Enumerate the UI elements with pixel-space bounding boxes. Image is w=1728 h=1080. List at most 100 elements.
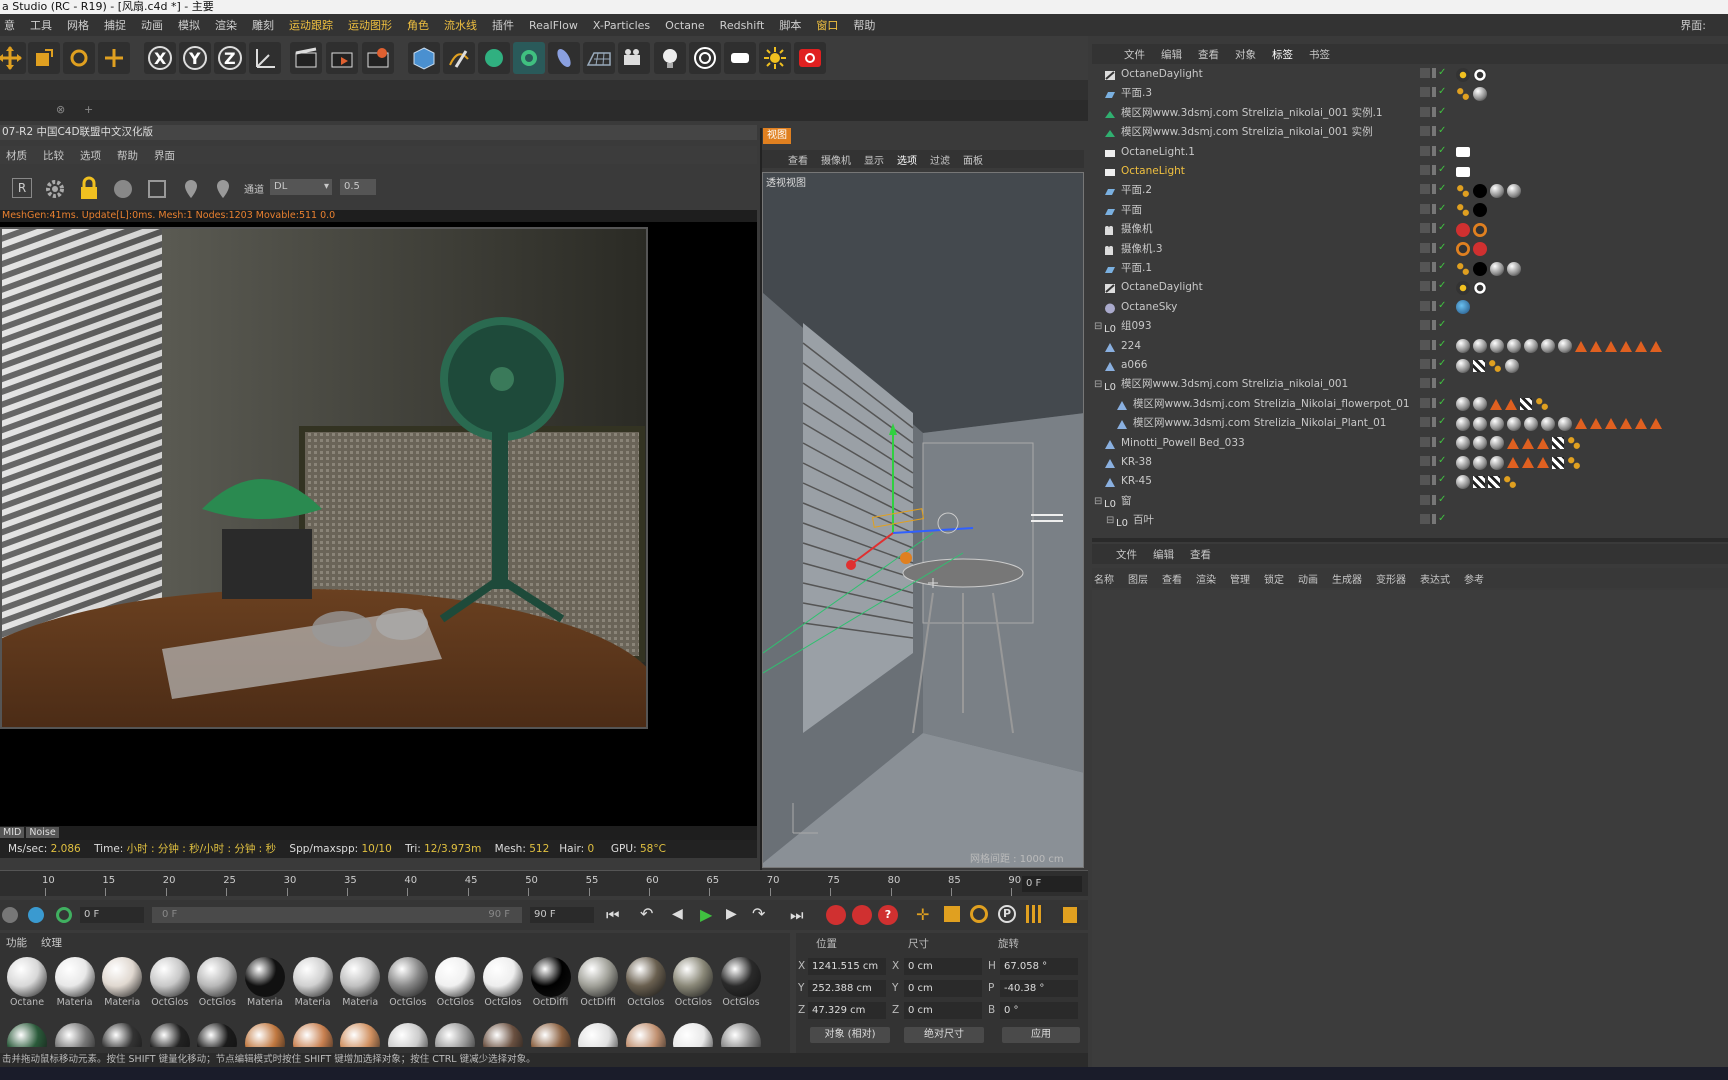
visibility-controls[interactable]: ✓ xyxy=(1420,300,1454,314)
material-swatch[interactable]: OctDiffi xyxy=(528,955,574,1008)
material-tag-icon[interactable] xyxy=(1473,86,1487,101)
phong-tag-icon[interactable] xyxy=(1456,261,1470,276)
channel-select[interactable]: DL ▾ xyxy=(270,179,332,195)
octane-target-icon[interactable] xyxy=(689,42,721,74)
key-parameter-icon[interactable]: P xyxy=(998,905,1016,923)
material-tag-icon[interactable] xyxy=(1473,339,1487,354)
position-y-input[interactable]: 252.388 cm xyxy=(808,980,886,997)
texture-tag-icon[interactable] xyxy=(1520,398,1532,411)
material-swatch[interactable] xyxy=(718,1021,764,1047)
material-swatch[interactable] xyxy=(575,1021,621,1047)
material-tag-icon[interactable] xyxy=(1473,203,1487,218)
expand-toggle-icon[interactable]: ⊟ xyxy=(1094,375,1102,394)
phong-tag-icon[interactable] xyxy=(1535,397,1549,412)
material-tag-icon[interactable] xyxy=(1456,397,1470,412)
live-viewer-menu-item[interactable]: 材质 xyxy=(6,148,27,163)
move-tool-icon[interactable] xyxy=(0,42,26,74)
light-tag-icon[interactable] xyxy=(1456,147,1470,158)
z-axis-lock-icon[interactable]: Z xyxy=(214,42,246,74)
object-row[interactable]: 模区网www.3dsmj.com Strelizia_nikolai_001 实… xyxy=(1092,104,1728,123)
material-tag-icon[interactable] xyxy=(1456,339,1470,354)
preview-range-slider[interactable]: 0 F 90 F xyxy=(152,907,522,923)
attribute-manager-menu-item[interactable]: 文件 xyxy=(1116,547,1137,562)
size-y-input[interactable]: 0 cm xyxy=(904,980,982,997)
material-swatch[interactable]: OctGlos xyxy=(718,955,764,1008)
region-render-icon[interactable] xyxy=(146,178,168,200)
warning-tag-icon[interactable] xyxy=(1507,457,1519,468)
object-row[interactable]: 模区网www.3dsmj.com Strelizia_nikolai_001 实… xyxy=(1092,123,1728,142)
material-menu-item[interactable]: 功能 xyxy=(6,935,27,951)
object-manager-menu-item[interactable]: 对象 xyxy=(1235,47,1256,62)
material-swatch[interactable]: OctGlos xyxy=(432,955,478,1008)
object-row[interactable]: Minotti_Powell Bed_033 ✓ xyxy=(1092,434,1728,453)
pick-material-icon[interactable] xyxy=(212,178,234,200)
attribute-tab[interactable]: 名称 xyxy=(1094,571,1114,586)
live-viewer-menu-item[interactable]: 比较 xyxy=(43,148,64,163)
camera-tag-icon[interactable] xyxy=(1473,242,1487,257)
menu-item[interactable]: 模拟 xyxy=(178,17,200,33)
pick-focus-icon[interactable] xyxy=(180,178,202,200)
settings-gear-icon[interactable] xyxy=(44,178,66,200)
menu-item[interactable]: 雕刻 xyxy=(252,17,274,33)
texture-tag-icon[interactable] xyxy=(1473,359,1485,372)
expand-toggle-icon[interactable]: ⊟ xyxy=(1094,317,1102,336)
object-row[interactable]: 模区网www.3dsmj.com Strelizia_Nikolai_flowe… xyxy=(1092,395,1728,414)
material-swatch[interactable] xyxy=(480,1021,526,1047)
position-x-input[interactable]: 1241.515 cm xyxy=(808,958,886,975)
object-row[interactable]: OctaneLight ✓ xyxy=(1092,162,1728,181)
live-select-icon[interactable] xyxy=(98,42,130,74)
material-swatch[interactable]: OctGlos xyxy=(623,955,669,1008)
material-tag-icon[interactable] xyxy=(1541,416,1555,431)
live-viewer-menu-item[interactable]: 帮助 xyxy=(117,148,138,163)
close-icon[interactable]: ⊗ xyxy=(56,103,65,116)
phong-tag-icon[interactable] xyxy=(1456,183,1470,198)
menu-item[interactable]: 窗口 xyxy=(816,17,838,33)
previous-key-icon[interactable]: ↶ xyxy=(640,904,653,923)
coordinate-mode-select[interactable]: 对象 (相对) xyxy=(810,1027,890,1043)
daylight-tag-icon[interactable] xyxy=(1456,280,1470,295)
object-manager-menu-item[interactable]: 标签 xyxy=(1272,47,1293,62)
object-row[interactable]: OctaneSky ✓ xyxy=(1092,298,1728,317)
visibility-controls[interactable]: ✓ xyxy=(1420,145,1454,159)
warning-tag-icon[interactable] xyxy=(1605,340,1617,352)
target-tag-icon[interactable] xyxy=(1473,67,1487,82)
material-swatch[interactable] xyxy=(242,1021,288,1047)
material-swatch[interactable] xyxy=(670,1021,716,1047)
warning-tag-icon[interactable] xyxy=(1507,437,1519,449)
material-tag-icon[interactable] xyxy=(1473,261,1487,276)
visibility-controls[interactable]: ✓ xyxy=(1420,436,1454,450)
material-tag-icon[interactable] xyxy=(1490,416,1504,431)
key-pla-icon[interactable] xyxy=(1026,905,1044,923)
material-tag-icon[interactable] xyxy=(1473,455,1487,470)
material-swatch[interactable] xyxy=(432,1021,478,1047)
material-tag-icon[interactable] xyxy=(1456,455,1470,470)
menu-item[interactable]: 意 xyxy=(4,17,15,33)
render-settings-icon[interactable] xyxy=(362,42,394,74)
visibility-controls[interactable]: ✓ xyxy=(1420,281,1454,294)
play-icon[interactable]: ▶ xyxy=(700,905,712,924)
visibility-controls[interactable]: ✓ xyxy=(1420,456,1454,469)
keyframe-mode-icon[interactable] xyxy=(2,907,18,923)
material-tag-icon[interactable] xyxy=(1490,436,1504,451)
material-swatch[interactable] xyxy=(290,1021,336,1047)
object-row[interactable]: ⊟ L0 窗 ✓ xyxy=(1092,492,1728,511)
live-viewer-menu-item[interactable]: 界面 xyxy=(154,148,175,163)
object-row[interactable]: OctaneDaylight ✓ xyxy=(1092,278,1728,297)
attribute-manager-menu-item[interactable]: 查看 xyxy=(1190,547,1211,562)
material-swatch[interactable] xyxy=(99,1021,145,1047)
menu-item[interactable]: 插件 xyxy=(492,17,514,33)
size-z-input[interactable]: 0 cm xyxy=(904,1002,982,1019)
menu-item[interactable]: 流水线 xyxy=(444,17,477,33)
noise-button[interactable]: Noise xyxy=(26,827,59,838)
texture-tag-icon[interactable] xyxy=(1488,475,1500,488)
y-axis-lock-icon[interactable]: Y xyxy=(179,42,211,74)
end-frame-field[interactable]: 90 F xyxy=(530,907,594,923)
texture-tag-icon[interactable] xyxy=(1473,475,1485,488)
visibility-controls[interactable]: ✓ xyxy=(1420,165,1454,178)
material-tag-icon[interactable] xyxy=(1524,339,1538,354)
target-tag-icon[interactable] xyxy=(1473,280,1487,295)
material-menu-item[interactable]: 纹理 xyxy=(41,935,62,951)
size-mode-select[interactable]: 绝对尺寸 xyxy=(904,1027,984,1043)
object-manager-menu-item[interactable]: 书签 xyxy=(1309,47,1330,62)
warning-tag-icon[interactable] xyxy=(1505,398,1517,410)
